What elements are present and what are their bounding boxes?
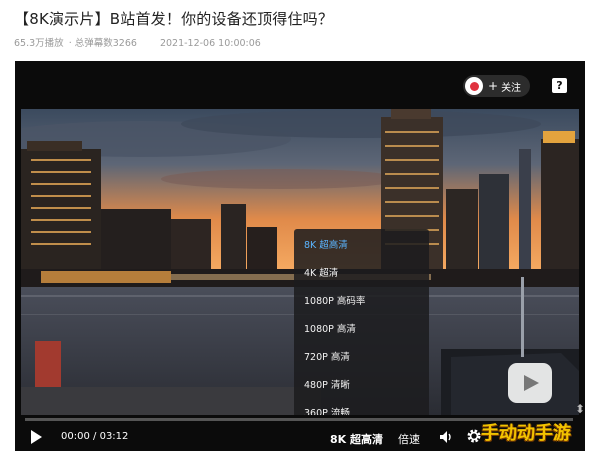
quality-button[interactable]: 8K 超高清 bbox=[330, 431, 383, 447]
time-separator: / bbox=[93, 431, 97, 442]
video-title: 【8K演示片】B站首发！你的设备还顶得住吗？ bbox=[14, 10, 334, 28]
quality-option-720p[interactable]: 720P 高清 bbox=[304, 349, 350, 363]
publish-date: 2021-12-06 10:00:06 bbox=[159, 38, 261, 49]
play-count: 65.3万播放 bbox=[14, 38, 64, 49]
video-player[interactable]: + 关注 ? 8K 超高清 4K 超清 1080P 高码率 1080P 高清 7… bbox=[15, 61, 585, 451]
quality-option-8k[interactable]: 8K 超高清 bbox=[304, 237, 348, 251]
watermark-logo: 手动动手游 bbox=[481, 423, 571, 444]
plus-icon: + bbox=[488, 79, 499, 93]
gear-icon[interactable] bbox=[466, 428, 482, 448]
play-icon[interactable] bbox=[29, 429, 43, 449]
duration: 03:12 bbox=[99, 431, 129, 442]
video-frame[interactable]: 8K 超高清 4K 超清 1080P 高码率 1080P 高清 720P 高清 … bbox=[21, 109, 579, 415]
progress-handle-icon[interactable]: ⬍ bbox=[575, 402, 585, 416]
uploader-avatar-icon bbox=[465, 77, 483, 95]
quality-menu: 8K 超高清 4K 超清 1080P 高码率 1080P 高清 720P 高清 … bbox=[294, 229, 429, 415]
quality-option-480p[interactable]: 480P 清晰 bbox=[304, 377, 350, 391]
quality-option-1080p-high-bitrate[interactable]: 1080P 高码率 bbox=[304, 293, 365, 307]
quality-option-1080p[interactable]: 1080P 高清 bbox=[304, 321, 356, 335]
current-time: 00:00 bbox=[61, 431, 90, 442]
volume-icon[interactable] bbox=[438, 429, 454, 449]
danmaku-count: · 总弹幕数3266 bbox=[68, 38, 137, 49]
time-display: 00:00 / 03:12 bbox=[61, 431, 128, 442]
video-meta: 65.3万播放 · 总弹幕数3266 2021-12-06 10:00:06 bbox=[14, 35, 263, 49]
follow-button[interactable]: + 关注 bbox=[463, 75, 530, 97]
follow-label: 关注 bbox=[501, 82, 522, 94]
speed-button[interactable]: 倍速 bbox=[398, 431, 420, 447]
quality-option-360p[interactable]: 360P 流畅 bbox=[304, 405, 350, 415]
help-icon[interactable]: ? bbox=[552, 78, 567, 93]
quality-option-4k[interactable]: 4K 超清 bbox=[304, 265, 338, 279]
